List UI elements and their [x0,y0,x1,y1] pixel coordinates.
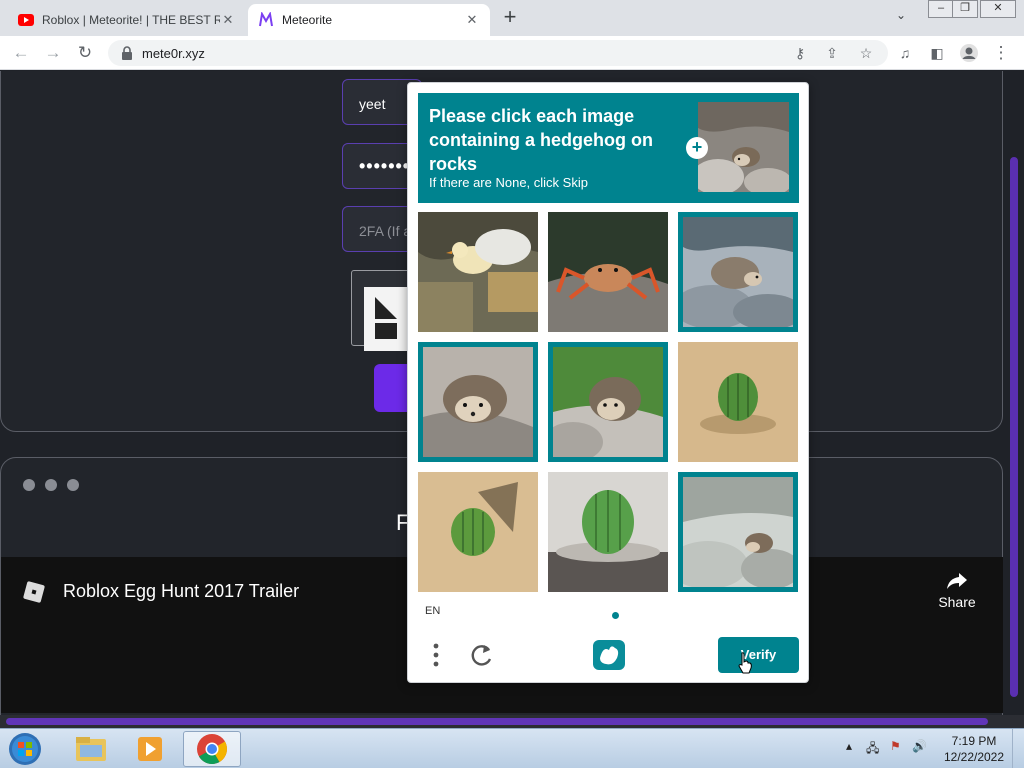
challenge-tile-7[interactable] [418,472,538,592]
clock-time: 7:19 PM [951,734,997,748]
challenge-tile-2[interactable] [548,212,668,332]
tab-close-icon[interactable]: ✕ [464,12,480,28]
tab-title: Meteorite [282,13,333,27]
password-value: ••••••• [359,156,411,176]
vertical-scrollbar[interactable] [1010,157,1018,697]
video-title[interactable]: Roblox Egg Hunt 2017 Trailer [63,581,299,602]
hcaptcha-logo-icon[interactable] [591,638,627,672]
challenge-prompt: Please click each image containing a hed… [429,106,653,174]
tab-roblox-meteorite[interactable]: Roblox | Meteorite! | THE BEST R ✕ [8,4,246,36]
expand-sample-icon[interactable]: + [686,137,708,159]
tab-search-chevron-icon[interactable]: ⌄ [896,8,914,26]
file-explorer-taskbar-icon[interactable] [62,731,120,767]
challenge-tile-9[interactable] [678,472,798,592]
clock-date: 12/22/2022 [943,750,1005,764]
meteorite-icon [259,12,273,27]
language-selector[interactable]: EN [425,605,440,617]
window-dot [45,479,57,491]
address-bar[interactable]: mete0r.xyz ⚷ ⇪ ☆ [108,40,888,66]
forward-arrow-icon[interactable]: → [42,42,64,64]
window-dot [23,479,35,491]
challenge-subtext: If there are None, click Skip [429,175,588,190]
horizontal-scrollbar[interactable] [0,715,1024,728]
tab-close-icon[interactable]: ✕ [220,12,236,28]
browser-toolbar: ← → ↻ mete0r.xyz ⚷ ⇪ ☆ ♫ ◧ ⋮ [0,36,1024,70]
reload-icon[interactable]: ↻ [74,42,96,64]
key-icon[interactable]: ⚷ [790,43,810,63]
profile-avatar-icon[interactable] [958,42,980,64]
hcaptcha-challenge: Please click each image containing a hed… [407,82,809,683]
back-arrow-icon[interactable]: ← [10,42,32,64]
share-label: Share [938,594,976,610]
challenge-header: Please click each image containing a hed… [418,93,799,203]
page-indicator [612,612,619,619]
captcha-widget-logo [364,287,408,351]
tab-strip: Roblox | Meteorite! | THE BEST R ✕ Meteo… [0,0,1024,36]
youtube-icon [18,14,34,26]
close-window-button[interactable]: ✕ [980,0,1016,18]
challenge-tile-4[interactable] [418,342,538,462]
address-url: mete0r.xyz [142,46,205,61]
roblox-logo-icon [23,581,45,603]
restore-button[interactable]: ❐ [952,0,978,18]
show-hidden-icons[interactable]: ▴ [846,739,852,753]
bookmark-star-icon[interactable]: ☆ [856,43,876,63]
window-dot [67,479,79,491]
start-button[interactable] [6,731,44,767]
side-panel-icon[interactable]: ◧ [926,42,948,64]
share-button[interactable]: Share [929,571,985,610]
volume-icon[interactable]: 🔊 [912,739,927,753]
sample-image[interactable] [698,102,789,192]
share-icon[interactable]: ⇪ [822,43,842,63]
challenge-tile-3[interactable] [678,212,798,332]
refresh-icon[interactable] [468,641,494,669]
challenge-tile-5[interactable] [548,342,668,462]
username-value: yeet [359,96,386,112]
share-arrow-icon [947,573,967,589]
media-player-taskbar-icon[interactable] [122,731,180,767]
chrome-menu-icon[interactable]: ⋮ [990,42,1012,64]
hand-cursor-icon [738,652,752,674]
show-desktop-button[interactable] [1012,729,1024,768]
challenge-tile-8[interactable] [548,472,668,592]
media-control-icon[interactable]: ♫ [894,42,916,64]
challenge-tile-6[interactable] [678,342,798,462]
new-tab-button[interactable]: + [498,6,522,30]
windows-taskbar: ▴ 🖧 ⚑ 🔊 7:19 PM 12/22/2022 [0,728,1024,768]
action-center-flag-icon[interactable]: ⚑ [890,739,901,753]
tab-meteorite[interactable]: Meteorite ✕ [248,4,490,36]
minimize-button[interactable]: – [928,0,954,18]
verify-button[interactable]: Verify [718,637,799,673]
lock-icon [122,46,132,60]
system-clock[interactable]: 7:19 PM 12/22/2022 [942,733,1006,765]
network-icon[interactable]: 🖧 [866,739,879,760]
challenge-tile-1[interactable] [418,212,538,332]
menu-dots-icon[interactable] [430,641,442,669]
tab-title: Roblox | Meteorite! | THE BEST R [42,13,220,27]
chrome-taskbar-icon[interactable] [183,731,241,767]
twofa-placeholder: 2FA (If a [359,223,412,239]
